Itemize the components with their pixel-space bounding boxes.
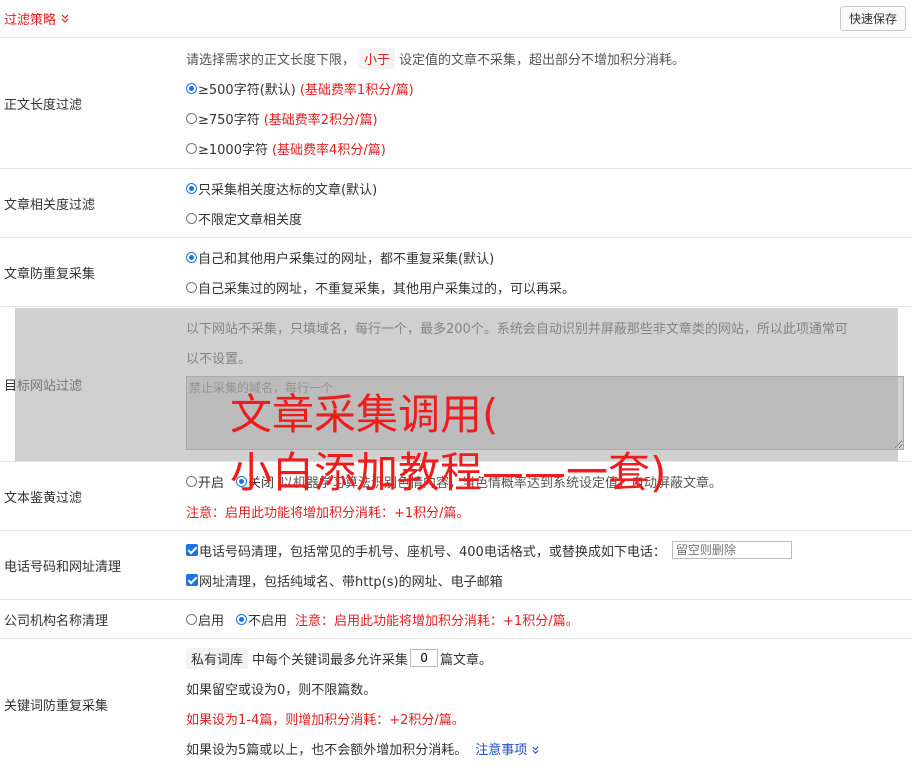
company-cleanup-options: 启用 不启用 注意：启用此功能将增加积分消耗：+1积分/篇。 [186,604,912,634]
relevance-option-qualified[interactable]: 只采集相关度达标的文章(默认) [186,173,912,203]
phone-cleanup-option[interactable]: 电话号码清理，包括常见的手机号、座机号、400电话格式，或替换成如下电话： [186,535,912,565]
dedup-option-all[interactable]: 自己和其他用户采集过的网址，都不重复采集(默认) [186,242,912,272]
site-filter-label: 目标网站过滤 [4,378,83,394]
blocked-domains-textarea[interactable] [186,376,904,450]
chevron-down-icon [60,14,70,24]
radio-icon[interactable] [186,475,197,487]
radio-icon[interactable] [186,142,197,154]
less-than-tag: 小于 [359,47,396,69]
radio-checked-icon[interactable] [186,82,197,94]
radio-icon[interactable] [186,281,197,293]
keyword-dedup-line-4: 如果设为5篇或以上，也不会额外增加积分消耗。 注意事项 [186,733,912,763]
keyword-dedup-row: 关键词防重复采集 私有词库 中每个关键词最多允许采集 篇文章。 如果留空或设为0… [0,639,912,768]
porn-filter-row: 文本鉴黄过滤 开启 关闭 以机器学习算法识别色情内容，当色情概率达到系统设定值，… [0,462,912,531]
url-cleanup-option[interactable]: 网址清理，包括纯域名、带http(s)的网址、电子邮箱 [186,565,912,595]
keyword-dedup-label: 关键词防重复采集 [4,698,109,714]
length-option-750[interactable]: ≥750字符 (基础费率2积分/篇) [186,103,912,133]
filter-settings-page: 过滤策略 快速保存 正文长度过滤 请选择需求的正文长度下限， 小于 设定值的文章… [0,0,912,768]
radio-icon[interactable] [186,613,197,625]
section-title: 过滤策略 [4,13,57,28]
company-cleanup-note: 注意：启用此功能将增加积分消耗：+1积分/篇。 [295,613,579,629]
section-toggle[interactable]: 过滤策略 [4,9,70,28]
private-lexicon-tag[interactable]: 私有词库 [186,647,249,669]
length-option-1000[interactable]: ≥1000字符 (基础费率4积分/篇) [186,133,912,163]
length-filter-row: 正文长度过滤 请选择需求的正文长度下限， 小于 设定值的文章不采集，超出部分不增… [0,38,912,169]
dedup-label: 文章防重复采集 [4,266,96,282]
dedup-option-self[interactable]: 自己采集过的网址，不重复采集，其他用户采集过的，可以再采。 [186,272,912,302]
dedup-row: 文章防重复采集 自己和其他用户采集过的网址，都不重复采集(默认) 自己采集过的网… [0,238,912,307]
relevance-filter-label: 文章相关度过滤 [4,197,96,213]
checkbox-checked-icon[interactable] [186,574,198,586]
checkbox-checked-icon[interactable] [186,544,198,556]
site-filter-desc-2: 以不设置。 [186,351,252,367]
replacement-phone-input[interactable] [671,541,792,559]
length-filter-desc: 请选择需求的正文长度下限， 小于 设定值的文章不采集，超出部分不增加积分消耗。 [186,43,912,73]
porn-filter-off[interactable]: 关闭 [248,472,274,491]
radio-icon[interactable] [186,112,197,124]
phone-cleanup-row: 电话号码和网址清理 电话号码清理，包括常见的手机号、座机号、400电话格式，或替… [0,531,912,600]
phone-cleanup-label: 电话号码和网址清理 [4,559,122,575]
header-bar: 过滤策略 快速保存 [0,0,912,38]
radio-icon[interactable] [186,212,197,224]
company-cleanup-row: 公司机构名称清理 启用 不启用 注意：启用此功能将增加积分消耗：+1积分/篇。 [0,600,912,639]
radio-checked-icon[interactable] [186,251,197,263]
max-articles-input[interactable] [410,649,439,667]
relevance-option-unlimited[interactable]: 不限定文章相关度 [186,203,912,233]
radio-checked-icon[interactable] [236,613,248,625]
porn-filter-note: 注意：启用此功能将增加积分消耗：+1积分/篇。 [186,505,470,521]
company-cleanup-on[interactable]: 启用 [198,610,224,629]
radio-checked-icon[interactable] [236,475,248,487]
porn-filter-options: 开启 关闭 以机器学习算法识别色情内容，当色情概率达到系统设定值，自动屏蔽文章。 [186,466,912,496]
company-cleanup-label: 公司机构名称清理 [4,613,109,629]
porn-filter-on[interactable]: 开启 [198,472,224,491]
porn-filter-desc: 以机器学习算法识别色情内容，当色情概率达到系统设定值，自动屏蔽文章。 [280,475,723,491]
relevance-filter-row: 文章相关度过滤 只采集相关度达标的文章(默认) 不限定文章相关度 [0,169,912,238]
length-filter-label: 正文长度过滤 [4,97,83,113]
site-filter-row: 目标网站过滤 以下网站不采集，只填域名，每行一个，最多200个。系统会自动识别并… [0,307,912,462]
keyword-dedup-line-3: 如果设为1-4篇，则增加积分消耗：+2积分/篇。 [186,712,465,728]
notes-link[interactable]: 注意事项 [475,739,540,758]
company-cleanup-off[interactable]: 不启用 [248,610,287,629]
keyword-dedup-line-1: 私有词库 中每个关键词最多允许采集 篇文章。 [186,643,912,673]
keyword-dedup-line-2: 如果留空或设为0，则不限篇数。 [186,682,377,698]
chevron-down-icon [532,746,540,754]
site-filter-desc-1: 以下网站不采集，只填域名，每行一个，最多200个。系统会自动识别并屏蔽那些非文章… [186,321,848,337]
length-option-500[interactable]: ≥500字符(默认) (基础费率1积分/篇) [186,73,912,103]
radio-checked-icon[interactable] [186,182,197,194]
quick-save-button[interactable]: 快速保存 [839,6,906,31]
porn-filter-label: 文本鉴黄过滤 [4,490,83,506]
